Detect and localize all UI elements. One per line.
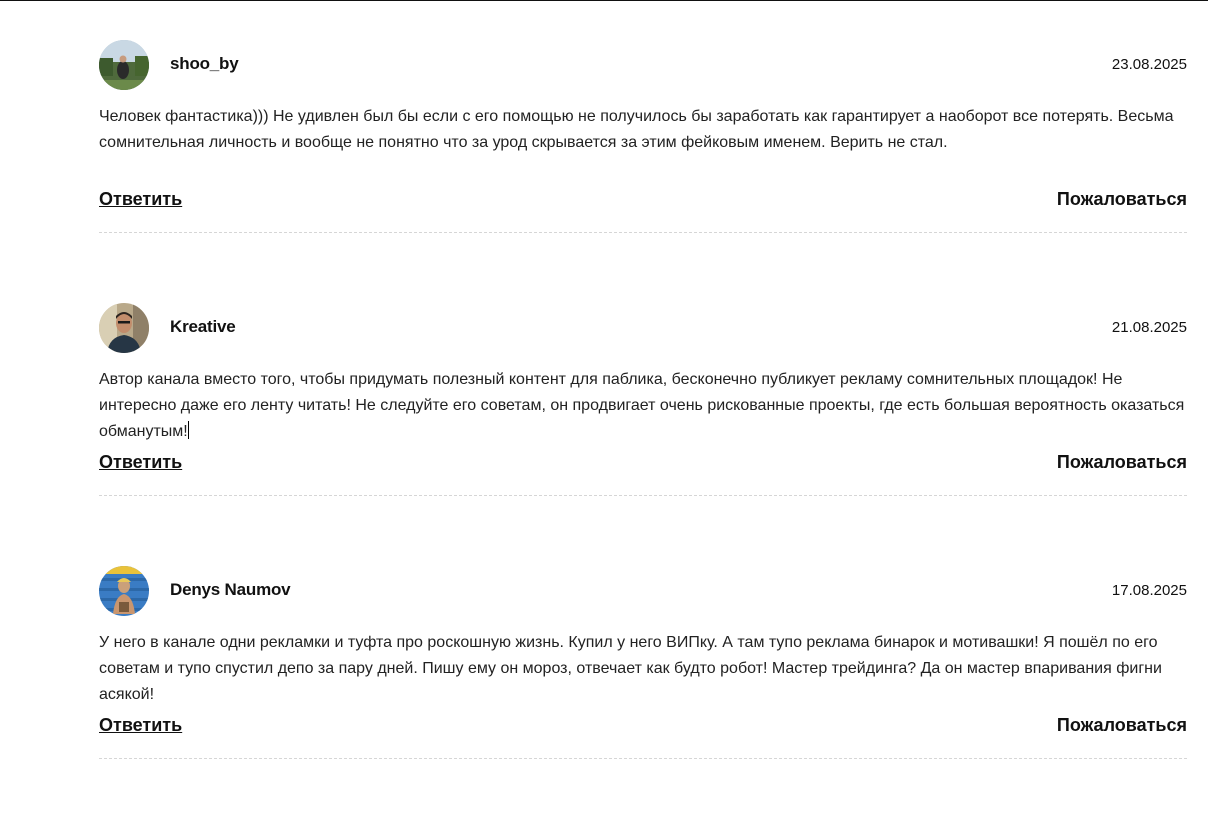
comment-divider	[99, 758, 1187, 759]
comment-date: 17.08.2025	[1111, 582, 1187, 599]
report-link[interactable]: Пожаловаться	[1057, 189, 1187, 210]
comment-text: Автор канала вместо того, чтобы придумат…	[99, 367, 1187, 445]
top-border	[0, 0, 1208, 1]
comment-text-content: Автор канала вместо того, чтобы придумат…	[99, 371, 1185, 440]
author-name: Kreative	[170, 317, 236, 336]
comment-divider	[99, 495, 1187, 496]
comment-item: Kreative 21.08.2025 Автор канала вместо …	[99, 303, 1187, 566]
reply-link[interactable]: Ответить	[99, 452, 182, 473]
comments-list: shoo_by 23.08.2025 Человек фантастика)))…	[99, 40, 1187, 829]
avatar	[99, 40, 149, 90]
comment-actions: Ответить Пожаловаться	[99, 715, 1187, 739]
comment-actions: Ответить Пожаловаться	[99, 452, 1187, 476]
comment-header: Kreative 21.08.2025	[99, 303, 1187, 353]
comment-header: Denys Naumov 17.08.2025	[99, 566, 1187, 616]
avatar	[99, 566, 149, 616]
comment-text: Человек фантастика))) Не удивлен был бы …	[99, 108, 1174, 151]
text-cursor	[187, 421, 189, 439]
comment-item: shoo_by 23.08.2025 Человек фантастика)))…	[99, 40, 1187, 303]
report-link[interactable]: Пожаловаться	[1057, 452, 1187, 473]
comment-date: 21.08.2025	[1111, 319, 1187, 336]
comment-text: У него в канале одни рекламки и туфта пр…	[99, 634, 1162, 703]
report-link[interactable]: Пожаловаться	[1057, 715, 1187, 736]
comment-divider	[99, 232, 1187, 233]
comment-actions: Ответить Пожаловаться	[99, 189, 1187, 213]
author-name: shoo_by	[170, 54, 239, 73]
reply-link[interactable]: Ответить	[99, 715, 182, 736]
author-name: Denys Naumov	[170, 580, 291, 599]
avatar	[99, 303, 149, 353]
comment-header: shoo_by 23.08.2025	[99, 40, 1187, 90]
comment-date: 23.08.2025	[1111, 56, 1187, 73]
reply-link[interactable]: Ответить	[99, 189, 182, 210]
comment-item: Denys Naumov 17.08.2025 У него в канале …	[99, 566, 1187, 829]
